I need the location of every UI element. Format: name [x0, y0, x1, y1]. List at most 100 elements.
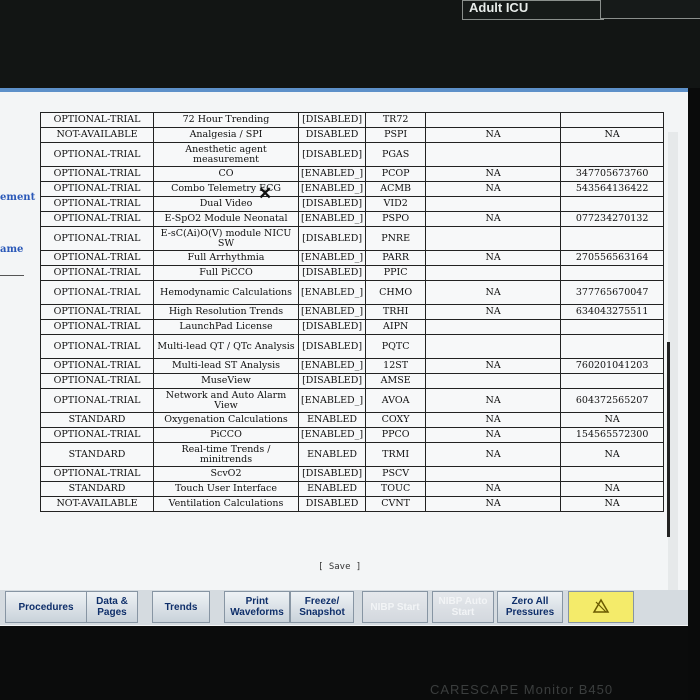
license-table: OPTIONAL-TRIAL 72 Hour Trending [DISABLED]…	[40, 112, 665, 512]
left-panel: ement ame	[0, 92, 40, 292]
feature-state-cell: [ENABLED_]	[297, 250, 367, 266]
freeze-snapshot-button[interactable]: Freeze/ Snapshot	[290, 591, 354, 623]
feature-name-cell: E-sC(Ai)O(V) module NICU SW	[153, 226, 299, 251]
feature-state-cell: [DISABLED]	[297, 334, 367, 359]
license-key-a-cell: NA	[425, 181, 562, 197]
license-status-cell: OPTIONAL-TRIAL	[40, 226, 154, 251]
license-key-a-cell	[425, 265, 562, 281]
license-status-cell: NOT-AVAILABLE	[40, 496, 154, 512]
table-row[interactable]: OPTIONAL-TRIAL CO [ENABLED_] PCOP NA 34770567…	[40, 166, 665, 182]
feature-state-cell: [ENABLED_]	[297, 388, 367, 413]
data-pages-button[interactable]: Data & Pages	[86, 591, 138, 623]
table-row[interactable]: OPTIONAL-TRIAL 72 Hour Trending [DISABLED]…	[40, 112, 665, 128]
table-row[interactable]: OPTIONAL-TRIAL ScvO2 [DISABLED] PSCV	[40, 466, 665, 482]
license-key-a-cell	[425, 196, 562, 212]
license-status-cell: OPTIONAL-TRIAL	[40, 466, 154, 482]
feature-name-cell: Full Arrhythmia	[153, 250, 299, 266]
table-row[interactable]: OPTIONAL-TRIAL E-SpO2 Module Neonatal [ENA…	[40, 211, 665, 227]
feature-name-cell: Combo Telemetry ECG	[153, 181, 299, 197]
feature-code-cell: PGAS	[365, 142, 427, 167]
license-key-a-cell	[425, 373, 562, 389]
license-key-a-cell: NA	[425, 427, 562, 443]
license-key-b-cell: 077234270132	[560, 211, 665, 227]
license-status-cell: OPTIONAL-TRIAL	[40, 280, 154, 305]
feature-state-cell: [ENABLED_]	[297, 280, 367, 305]
table-row[interactable]: OPTIONAL-TRIAL Full PiCCO [DISABLED] PPIC	[40, 265, 665, 281]
license-key-a-cell: NA	[425, 496, 562, 512]
license-status-cell: OPTIONAL-TRIAL	[40, 358, 154, 374]
nibp-start-button[interactable]: NIBP Start	[362, 591, 428, 623]
license-key-b-cell: 347705673760	[560, 166, 665, 182]
zero-all-pressures-button[interactable]: Zero All Pressures	[497, 591, 563, 623]
license-status-cell: STANDARD	[40, 442, 154, 467]
table-row[interactable]: OPTIONAL-TRIAL PiCCO [ENABLED_] PPCO NA 15456…	[40, 427, 665, 443]
feature-code-cell: VID2	[365, 196, 427, 212]
feature-state-cell: ENABLED	[297, 481, 367, 497]
left-divider	[0, 275, 24, 276]
feature-state-cell: ENABLED	[297, 412, 367, 428]
table-row[interactable]: OPTIONAL-TRIAL Multi-lead QT / QTc Analys…	[40, 334, 665, 359]
license-status-cell: OPTIONAL-TRIAL	[40, 334, 154, 359]
table-row[interactable]: OPTIONAL-TRIAL LaunchPad License [DISABLED…	[40, 319, 665, 335]
table-row[interactable]: OPTIONAL-TRIAL Network and Auto Alarm Vie…	[40, 388, 665, 413]
license-key-a-cell: NA	[425, 127, 562, 143]
license-key-b-cell	[560, 265, 665, 281]
nibp-auto-start-button[interactable]: NIBP Auto Start	[432, 591, 494, 623]
table-row[interactable]: OPTIONAL-TRIAL Dual Video [DISABLED] VID2	[40, 196, 665, 212]
table-row[interactable]: NOT-AVAILABLE Ventilation Calculations DIS…	[40, 496, 665, 512]
table-row[interactable]: OPTIONAL-TRIAL E-sC(Ai)O(V) module NICU S…	[40, 226, 665, 251]
license-key-b-cell	[560, 334, 665, 359]
license-status-cell: OPTIONAL-TRIAL	[40, 196, 154, 212]
feature-code-cell: 12ST	[365, 358, 427, 374]
license-key-a-cell: NA	[425, 412, 562, 428]
license-key-a-cell	[425, 112, 562, 128]
trends-button[interactable]: Trends	[152, 591, 210, 623]
left-label-2[interactable]: ame	[0, 244, 23, 255]
table-row[interactable]: OPTIONAL-TRIAL Anesthetic agent measureme…	[40, 142, 665, 167]
table-row[interactable]: OPTIONAL-TRIAL MuseView [DISABLED] AMSE	[40, 373, 665, 389]
print-waveforms-button[interactable]: Print Waveforms	[224, 591, 290, 623]
license-key-b-cell	[560, 196, 665, 212]
table-row[interactable]: OPTIONAL-TRIAL Full Arrhythmia [ENABLED_] P…	[40, 250, 665, 266]
scrollbar-thumb[interactable]	[667, 342, 670, 537]
license-key-b-cell	[560, 226, 665, 251]
table-row[interactable]: OPTIONAL-TRIAL Multi-lead ST Analysis [ENA…	[40, 358, 665, 374]
license-key-b-cell	[560, 112, 665, 128]
table-row[interactable]: STANDARD Touch User Interface ENABLED TOUC N…	[40, 481, 665, 497]
license-key-a-cell	[425, 319, 562, 335]
table-row[interactable]: OPTIONAL-TRIAL High Resolution Trends [ENA…	[40, 304, 665, 320]
feature-name-cell: Real-time Trends / minitrends	[153, 442, 299, 467]
save-button[interactable]: [ Save ]	[318, 562, 361, 572]
monitor-bezel-right	[688, 88, 700, 700]
feature-name-cell: LaunchPad License	[153, 319, 299, 335]
feature-name-cell: Hemodynamic Calculations	[153, 280, 299, 305]
feature-name-cell: Network and Auto Alarm View	[153, 388, 299, 413]
alarm-silence-button[interactable]	[568, 591, 634, 623]
license-key-b-cell	[560, 373, 665, 389]
license-key-a-cell: NA	[425, 250, 562, 266]
table-row[interactable]: NOT-AVAILABLE Analgesia / SPI DISABLED PSPI…	[40, 127, 665, 143]
table-row[interactable]: OPTIONAL-TRIAL Hemodynamic Calculations [E…	[40, 280, 665, 305]
license-key-a-cell: NA	[425, 211, 562, 227]
license-status-cell: OPTIONAL-TRIAL	[40, 112, 154, 128]
table-row[interactable]: STANDARD Oxygenation Calculations ENABLED C…	[40, 412, 665, 428]
feature-code-cell: PSCV	[365, 466, 427, 482]
table-row[interactable]: OPTIONAL-TRIAL Combo Telemetry ECG [ENABLE…	[40, 181, 665, 197]
license-status-cell: OPTIONAL-TRIAL	[40, 373, 154, 389]
feature-state-cell: [ENABLED_]	[297, 304, 367, 320]
feature-code-cell: ACMB	[365, 181, 427, 197]
procedures-button[interactable]: Procedures	[5, 591, 87, 623]
feature-state-cell: ENABLED	[297, 442, 367, 467]
left-label-1[interactable]: ement	[0, 192, 35, 203]
feature-name-cell: Multi-lead ST Analysis	[153, 358, 299, 374]
feature-code-cell: PQTC	[365, 334, 427, 359]
license-status-cell: STANDARD	[40, 412, 154, 428]
care-unit-box: Adult ICU	[462, 0, 604, 20]
license-key-b-cell: NA	[560, 442, 665, 467]
license-key-a-cell: NA	[425, 304, 562, 320]
feature-state-cell: [ENABLED_]	[297, 358, 367, 374]
table-row[interactable]: STANDARD Real-time Trends / minitrends ENA…	[40, 442, 665, 467]
feature-name-cell: Anesthetic agent measurement	[153, 142, 299, 167]
feature-name-cell: PiCCO	[153, 427, 299, 443]
feature-code-cell: TRMI	[365, 442, 427, 467]
